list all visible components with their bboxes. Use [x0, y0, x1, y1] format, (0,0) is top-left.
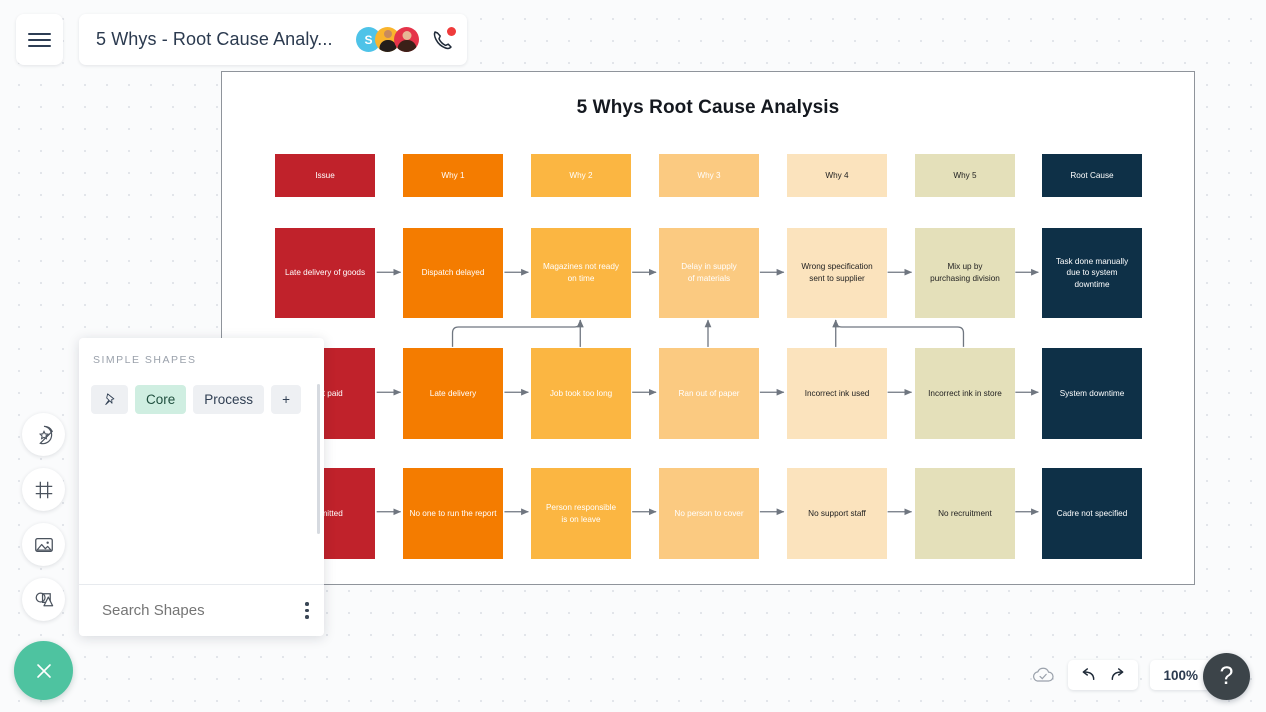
help-label: ? — [1219, 662, 1234, 690]
shapes-icon — [35, 592, 54, 607]
image-icon — [34, 537, 53, 552]
header-node-2[interactable]: Why 2 — [531, 154, 631, 197]
sticker-icon — [38, 425, 53, 444]
row-late-delivery-cell-5[interactable]: Mix up by purchasing division — [915, 228, 1015, 318]
row-submitted-cell-4[interactable]: No support staff — [787, 468, 887, 559]
header-node-3[interactable]: Why 3 — [659, 154, 759, 197]
row-submitted-cell-3[interactable]: No person to cover — [659, 468, 759, 559]
row-not-paid-cell-1[interactable]: Late delivery — [403, 348, 503, 439]
header-node-1[interactable]: Why 1 — [403, 154, 503, 197]
collaborator-avatars: S — [356, 27, 419, 52]
left-toolbar — [22, 413, 65, 633]
row-submitted-cell-1[interactable]: No one to run the report — [403, 468, 503, 559]
row-late-delivery-cell-2[interactable]: Magazines not ready on time — [531, 228, 631, 318]
shapes-icon-button[interactable] — [22, 578, 65, 621]
header-node-0[interactable]: Issue — [275, 154, 375, 197]
row-late-delivery-cell-4[interactable]: Wrong specification sent to supplier — [787, 228, 887, 318]
row-not-paid-cell-2[interactable]: Job took too long — [531, 348, 631, 439]
shapes-panel-heading: SIMPLE SHAPES — [93, 354, 197, 366]
notification-dot — [447, 26, 456, 36]
five-whys-diagram: Issue Why 1 Why 2 Why 3 Why 4 Why 5 Root Cause… — [222, 72, 1194, 584]
undo-icon[interactable] — [1079, 667, 1098, 683]
close-icon — [36, 663, 51, 678]
frame-icon — [35, 481, 52, 498]
phone-call-icon[interactable] — [429, 26, 456, 53]
hamburger-icon — [28, 29, 51, 51]
more-options-icon[interactable] — [301, 598, 313, 623]
zoom-level[interactable]: 100% — [1150, 660, 1211, 690]
title-bar: 5 Whys - Root Cause Analy... S — [79, 14, 467, 65]
row-not-paid-cell-6[interactable]: System downtime — [1042, 348, 1142, 439]
close-panel-button[interactable] — [14, 641, 73, 700]
cloud-saved-icon[interactable] — [1030, 665, 1056, 685]
row-late-delivery-cell-6[interactable]: Task done manually due to system downtim… — [1042, 228, 1142, 318]
header-node-5[interactable]: Why 5 — [915, 154, 1015, 197]
shapes-panel: SIMPLE SHAPES Core Process + — [79, 338, 324, 636]
row-submitted-cell-2[interactable]: Person responsible is on leave — [531, 468, 631, 559]
menu-button[interactable] — [16, 14, 63, 65]
row-late-delivery-cell-3[interactable]: Delay in supply of materials — [659, 228, 759, 318]
image-icon-button[interactable] — [22, 523, 65, 566]
row-not-paid-cell-3[interactable]: Ran out of paper — [659, 348, 759, 439]
help-button[interactable]: ? — [1203, 653, 1250, 700]
canvas-page[interactable]: 5 Whys Root Cause Analysis Issue Why 1 Why… — [221, 71, 1195, 585]
row-late-delivery-cell-1[interactable]: Dispatch delayed — [403, 228, 503, 318]
frame-icon-button[interactable] — [22, 468, 65, 511]
add-category-button[interactable]: + — [271, 385, 302, 414]
category-core[interactable]: Core — [135, 385, 187, 414]
shape-search-row — [79, 584, 324, 636]
row-submitted-cell-5[interactable]: No recruitment — [915, 468, 1015, 559]
undo-redo-group — [1068, 660, 1139, 690]
redo-icon[interactable] — [1108, 667, 1127, 683]
sticker-icon-button[interactable] — [22, 413, 65, 456]
panel-scrollbar[interactable] — [317, 384, 320, 534]
category-process[interactable]: Process — [193, 385, 265, 414]
row-late-delivery-cell-0[interactable]: Late delivery of goods — [275, 228, 375, 318]
header-node-6[interactable]: Root Cause — [1042, 154, 1142, 197]
document-title[interactable]: 5 Whys - Root Cause Analy... — [96, 29, 356, 50]
shape-category-row: Core Process + — [79, 376, 324, 423]
avatar-user-3[interactable] — [394, 27, 419, 52]
search-input[interactable] — [102, 602, 301, 619]
row-not-paid-cell-5[interactable]: Incorrect ink in store — [915, 348, 1015, 439]
header-node-4[interactable]: Why 4 — [787, 154, 887, 197]
pin-icon[interactable] — [91, 385, 128, 414]
row-not-paid-cell-4[interactable]: Incorrect ink used — [787, 348, 887, 439]
row-submitted-cell-6[interactable]: Cadre not specified — [1042, 468, 1142, 559]
